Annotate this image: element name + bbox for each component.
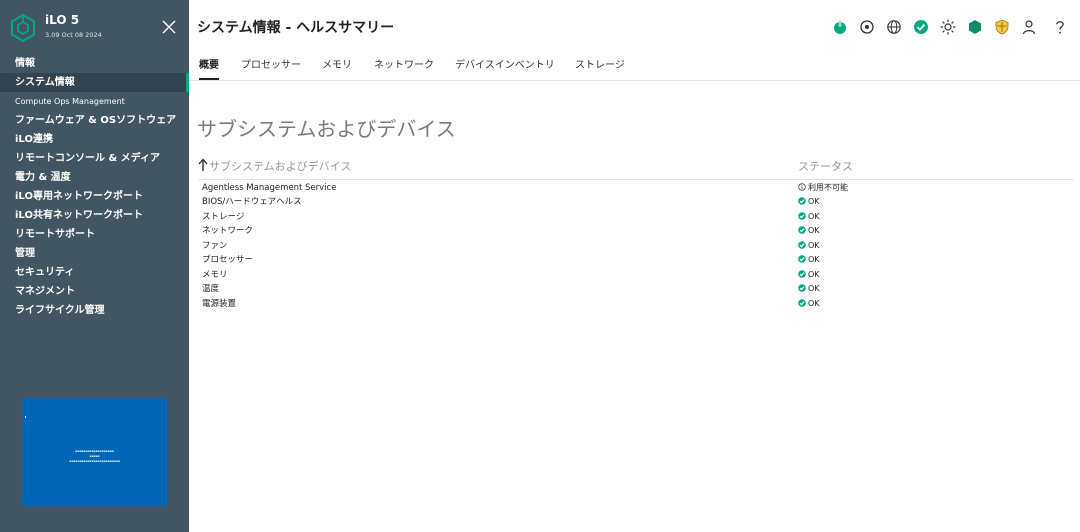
table-row[interactable]: ネットワーク OK	[198, 224, 1074, 239]
brand-version: 3.09 Oct 08 2024	[45, 31, 102, 39]
row-subsystem-name: Agentless Management Service	[202, 182, 337, 193]
row-status: OK	[798, 195, 820, 209]
status-info-icon	[798, 182, 806, 191]
row-subsystem-name: 電源装置	[202, 298, 237, 309]
status-ok-icon	[798, 211, 806, 220]
sidebar-item[interactable]: iLO共有ネットワークポート	[0, 206, 189, 225]
tab-network[interactable]: ネットワーク	[374, 55, 434, 80]
section-title: サブシステムおよびデバイス	[197, 117, 456, 141]
help-icon[interactable]	[1052, 19, 1068, 35]
column-header-status[interactable]: ステータス	[798, 158, 853, 174]
table-row[interactable]: プロセッサー OK	[198, 253, 1074, 268]
sidebar-item[interactable]: セキュリティ	[0, 263, 189, 282]
row-status: OK	[798, 224, 820, 238]
status-ok-icon	[798, 269, 806, 278]
row-status: 利用不可能	[798, 181, 848, 195]
sidebar: iLO 5 3.09 Oct 08 2024 情報 システム情報 Compute O…	[0, 0, 189, 532]
row-status-text: OK	[808, 211, 820, 221]
sidebar-item[interactable]: マネジメント	[0, 282, 189, 301]
row-subsystem-name: ネットワーク	[202, 226, 254, 236]
row-status-text: OK	[808, 226, 820, 235]
row-status-text: OK	[808, 255, 820, 264]
sidebar-item[interactable]: リモートコンソール & メディア	[0, 149, 189, 168]
close-icon[interactable]	[160, 18, 178, 36]
uid-light-icon[interactable]	[940, 19, 956, 35]
row-status: OK	[798, 253, 820, 267]
row-status: OK	[798, 268, 820, 282]
locator-icon[interactable]	[859, 19, 875, 35]
sidebar-item[interactable]: 管理	[0, 244, 189, 263]
table-row[interactable]: BIOS/ハードウェアヘルス OK	[198, 195, 1074, 210]
row-subsystem-name: プロセッサー	[202, 255, 254, 265]
sidebar-item[interactable]: ファームウェア & OSソフトウェア	[0, 111, 189, 130]
row-status: OK	[798, 297, 820, 311]
table-row[interactable]: ファン OK	[198, 239, 1074, 254]
row-status: OK	[798, 282, 820, 296]
ilo-logo-icon	[11, 14, 35, 42]
console-cursor	[25, 416, 26, 418]
brand-name: iLO 5	[45, 13, 80, 27]
table-row[interactable]: 温度 OK	[198, 282, 1074, 297]
tab-processors[interactable]: プロセッサー	[241, 55, 301, 80]
row-status-text: OK	[808, 284, 820, 293]
row-status-text: OK	[808, 269, 820, 279]
tab-memory[interactable]: メモリ	[322, 55, 352, 80]
table-row[interactable]: Agentless Management Service 利用不可能	[198, 181, 1074, 196]
remote-console-thumbnail[interactable]: ▪▪▪▪▪▪▪▪▪▪▪▪▪▪▪▪▪▪▪ ▪▪▪▪▪ ▪▪▪▪▪▪▪▪▪▪▪▪▪▪▪▪…	[22, 398, 167, 506]
sidebar-nav: 情報 システム情報 Compute Ops Management ファームウェア & …	[0, 54, 189, 320]
table-row[interactable]: 電源装置 OK	[198, 297, 1074, 312]
status-ok-icon	[798, 298, 806, 307]
status-ok-icon	[798, 284, 806, 292]
row-subsystem-name: BIOS/ハードウェアヘルス	[202, 197, 302, 207]
sidebar-item[interactable]: 電力 & 温度	[0, 168, 189, 187]
table-row[interactable]: メモリ OK	[198, 268, 1074, 283]
tab-storage[interactable]: ストレージ	[575, 55, 625, 80]
status-ok-icon	[798, 255, 806, 263]
sort-ascending-icon[interactable]	[198, 158, 208, 171]
sidebar-item[interactable]: システム情報	[0, 73, 189, 92]
tab-bar: 概要 プロセッサー メモリ ネットワーク デバイスインベントリ ストレージ	[189, 55, 1080, 81]
sidebar-item[interactable]: iLO専用ネットワークポート	[0, 187, 189, 206]
tab-device-inventory[interactable]: デバイスインベントリ	[455, 55, 555, 80]
page-title: システム情報 - ヘルスサマリー	[197, 20, 395, 36]
row-status-text: 利用不可能	[808, 182, 848, 192]
user-icon[interactable]	[1021, 19, 1037, 35]
row-status: OK	[798, 239, 820, 253]
row-status-text: OK	[808, 240, 820, 250]
power-icon[interactable]	[832, 19, 848, 35]
sidebar-item[interactable]: ライフサイクル管理	[0, 301, 189, 320]
sidebar-item[interactable]: Compute Ops Management	[0, 92, 189, 111]
row-status-text: OK	[808, 197, 820, 206]
table-row[interactable]: ストレージ OK	[198, 210, 1074, 225]
row-subsystem-name: ファン	[202, 240, 228, 251]
tab-overview[interactable]: 概要	[199, 55, 219, 80]
status-ok-icon	[798, 226, 806, 234]
column-header-subsystem[interactable]: サブシステムおよびデバイス	[209, 158, 351, 174]
row-status-text: OK	[808, 298, 820, 308]
ilo-app: iLO 5 3.09 Oct 08 2024 情報 システム情報 Compute O…	[0, 0, 1080, 532]
status-ok-icon	[798, 197, 806, 205]
security-shield-icon[interactable]	[967, 19, 983, 35]
status-ok-icon	[798, 240, 806, 249]
sidebar-item[interactable]: 情報	[0, 54, 189, 73]
row-subsystem-name: メモリ	[202, 269, 228, 280]
console-screen-text: ▪▪▪▪▪▪▪▪▪▪▪▪▪▪▪▪▪▪▪ ▪▪▪▪▪ ▪▪▪▪▪▪▪▪▪▪▪▪▪▪▪▪…	[69, 449, 120, 463]
row-status: OK	[798, 210, 820, 224]
globe-icon[interactable]	[886, 19, 902, 35]
health-ok-icon[interactable]	[913, 19, 929, 35]
security-badge-icon[interactable]	[994, 19, 1010, 35]
sidebar-item[interactable]: リモートサポート	[0, 225, 189, 244]
row-subsystem-name: ストレージ	[202, 211, 245, 222]
row-subsystem-name: 温度	[202, 284, 220, 294]
sidebar-item[interactable]: iLO連携	[0, 130, 189, 149]
